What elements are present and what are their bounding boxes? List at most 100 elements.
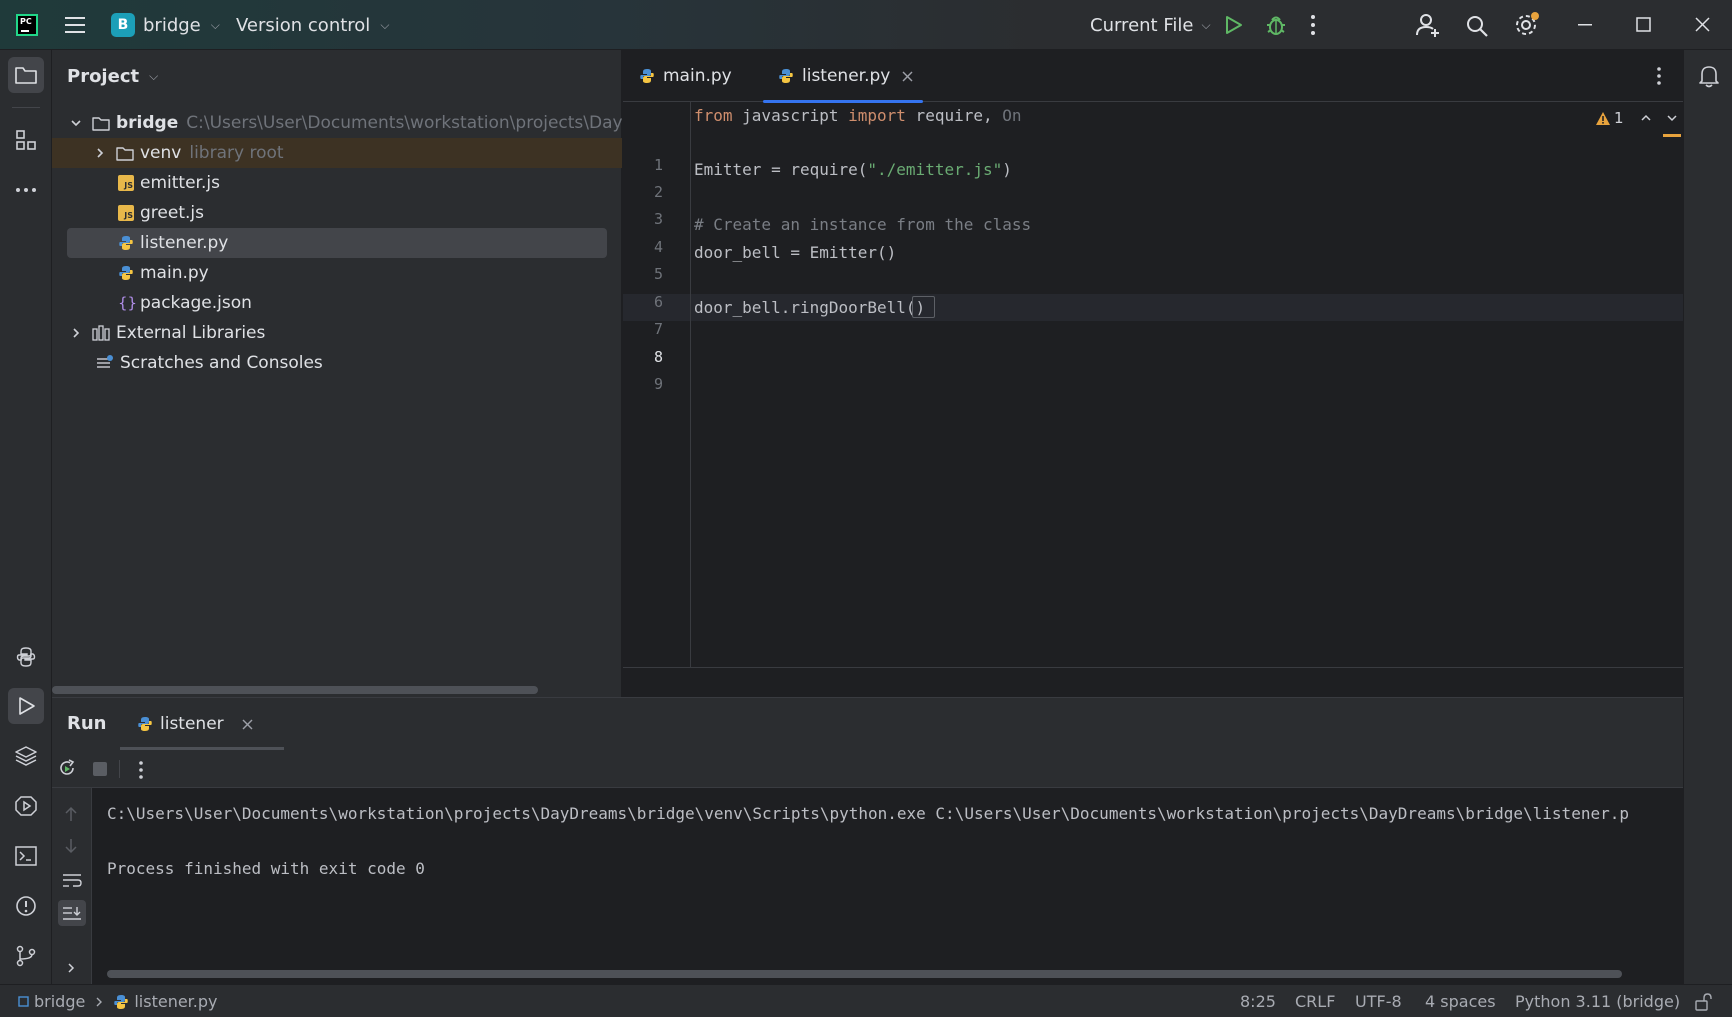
notifications-bell-icon[interactable]	[1698, 64, 1720, 88]
file-encoding[interactable]: UTF-8	[1355, 985, 1402, 1017]
code-line-6[interactable]: door_bell = Emitter()	[694, 243, 896, 262]
project-panel-header[interactable]: Project ⌵	[67, 64, 158, 88]
line-number: 7	[653, 320, 663, 338]
project-selector[interactable]: B bridge ⌵	[111, 12, 220, 38]
chevron-down-icon: ⌵	[1201, 17, 1211, 32]
inspections-widget[interactable]: 1	[1595, 108, 1678, 128]
console-line: Process finished with exit code 0	[107, 859, 425, 878]
caret-position[interactable]: 8:25	[1240, 985, 1276, 1017]
close-tab-icon[interactable]	[242, 719, 253, 730]
git-tool-button[interactable]	[8, 938, 44, 974]
project-name: bridge	[143, 14, 201, 36]
services-tool-button[interactable]	[8, 788, 44, 824]
soft-wrap-icon[interactable]	[62, 872, 82, 888]
project-tool-button[interactable]	[8, 57, 44, 93]
stop-icon[interactable]	[93, 762, 107, 776]
tab-label: listener.py	[802, 66, 891, 86]
scroll-to-end-button[interactable]	[58, 900, 86, 926]
maximize-window-icon[interactable]	[1636, 17, 1651, 32]
warning-icon	[1595, 111, 1611, 126]
tab-listener-py[interactable]: listener.py	[763, 50, 923, 103]
app-logo[interactable]: PC	[16, 14, 38, 36]
structure-tool-button[interactable]	[8, 122, 44, 158]
more-horizontal-icon	[15, 187, 37, 193]
chevron-right-icon[interactable]	[66, 962, 76, 974]
more-actions-icon[interactable]	[1310, 14, 1316, 36]
tree-item-emitter-js[interactable]: JS emitter.js	[52, 168, 622, 198]
vcs-selector[interactable]: Version control ⌵	[236, 12, 389, 38]
library-root-note: library root	[189, 143, 284, 163]
editor-tabs: main.py listener.py	[623, 50, 1683, 103]
chevron-down-icon[interactable]	[1666, 113, 1678, 123]
line-ending[interactable]: CRLF	[1295, 985, 1335, 1017]
python-console-button[interactable]	[8, 639, 44, 675]
breadcrumb-file[interactable]: listener.py	[134, 992, 217, 1011]
run-tool-button[interactable]	[8, 688, 44, 724]
project-panel: Project ⌵ bridge C:\Users\User\Documents…	[52, 50, 622, 697]
chevron-up-icon[interactable]	[1640, 113, 1652, 123]
code-line-8[interactable]: door_bell.ringDoorBell()	[694, 298, 925, 317]
problems-tool-button[interactable]	[8, 888, 44, 924]
run-panel-title: Run	[67, 713, 107, 734]
keyword: import	[848, 106, 906, 125]
console-horizontal-scrollbar[interactable]	[107, 970, 1622, 978]
code-line-3[interactable]: Emitter = require("./emitter.js")	[694, 160, 1012, 179]
more-actions-icon[interactable]	[138, 761, 144, 779]
tree-item-greet-js[interactable]: JS greet.js	[52, 198, 622, 228]
code-line-5[interactable]: # Create an instance from the class	[694, 215, 1031, 234]
chevron-down-icon	[70, 117, 82, 129]
run-panel: Run listener C:\Users\User\Documents\wor…	[52, 697, 1683, 985]
library-icon	[92, 325, 110, 341]
tree-item-root[interactable]: bridge C:\Users\User\Documents\workstati…	[52, 108, 622, 138]
arrow-up-icon[interactable]	[64, 806, 78, 822]
tree-item-external-libraries[interactable]: External Libraries	[52, 318, 622, 348]
tab-options-icon[interactable]	[1656, 67, 1662, 85]
line-number: 1	[653, 156, 663, 174]
settings-gear-icon[interactable]	[1514, 12, 1540, 38]
arrow-down-icon[interactable]	[64, 838, 78, 854]
toolbar-divider	[119, 760, 120, 778]
code-text: )	[1002, 160, 1012, 179]
title-bar: PC B bridge ⌵ Version control ⌵ Current …	[0, 0, 1732, 50]
breadcrumb: bridge listener.py	[18, 985, 218, 1017]
close-window-icon[interactable]	[1695, 17, 1710, 32]
chevron-down-icon: ⌵	[210, 17, 220, 32]
search-icon[interactable]	[1465, 14, 1489, 38]
tree-item-venv[interactable]: venv library root	[52, 138, 622, 168]
run-icon[interactable]	[1223, 15, 1243, 35]
terminal-tool-button[interactable]	[8, 838, 44, 874]
tab-main-py[interactable]: main.py	[639, 50, 749, 102]
tree-item-main-py[interactable]: main.py	[52, 258, 622, 288]
add-user-icon[interactable]	[1415, 12, 1441, 38]
scroll-to-end-icon	[62, 905, 82, 921]
tree-item-package-json[interactable]: {} package.json	[52, 288, 622, 318]
console-output[interactable]: C:\Users\User\Documents\workstation\proj…	[92, 788, 1683, 985]
close-tab-icon[interactable]	[902, 71, 913, 82]
code-line-1[interactable]: from javascript import require, On	[694, 106, 1022, 125]
packages-tool-button[interactable]	[8, 738, 44, 774]
rerun-icon[interactable]	[57, 758, 77, 778]
run-config-selector[interactable]: Current File ⌵	[1090, 12, 1211, 38]
run-tab-listener[interactable]: listener	[120, 698, 284, 750]
tree-item-listener-py[interactable]: listener.py	[67, 228, 607, 258]
more-tools-button[interactable]	[8, 172, 44, 208]
lock-icon[interactable]	[1694, 985, 1712, 1017]
bracket-match-highlight	[912, 296, 935, 318]
javascript-file-icon: JS	[118, 205, 134, 221]
run-side-toolbar	[52, 788, 92, 985]
debug-icon[interactable]	[1265, 14, 1287, 36]
breadcrumb-project[interactable]: bridge	[34, 992, 85, 1011]
editor-area: main.py listener.py 1 2 3 4 5 6 7 8 9 fr…	[623, 50, 1683, 697]
python-interpreter[interactable]: Python 3.11 (bridge)	[1515, 985, 1680, 1017]
tree-item-scratches[interactable]: Scratches and Consoles	[52, 348, 622, 378]
error-stripe-mark[interactable]	[1663, 134, 1681, 137]
minimize-window-icon[interactable]	[1578, 24, 1592, 26]
chevron-down-icon: ⌵	[149, 68, 159, 83]
project-horizontal-scrollbar[interactable]	[52, 686, 538, 694]
folder-icon	[116, 146, 134, 161]
tree-item-label: listener.py	[140, 233, 229, 253]
warning-count: 1	[1614, 109, 1624, 127]
terminal-icon	[15, 846, 37, 866]
indent-setting[interactable]: 4 spaces	[1425, 985, 1496, 1017]
main-menu-icon[interactable]	[64, 15, 86, 35]
